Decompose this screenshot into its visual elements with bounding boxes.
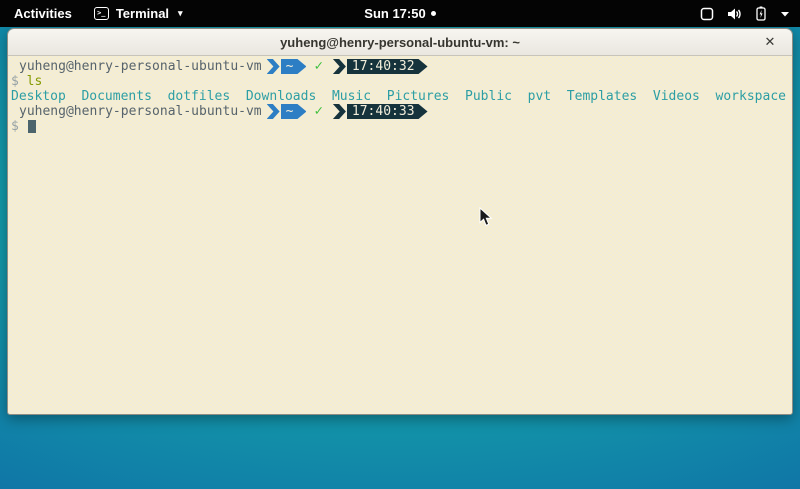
prompt-line-1: yuheng@henry-personal-ubuntu-vm ~ ✓ 17:4… [11,59,792,74]
prompt-dollar: $ [11,74,19,89]
command-text: ls [27,74,43,89]
clock-label: Sun 17:50 [364,6,425,21]
window-titlebar[interactable]: yuheng@henry-personal-ubuntu-vm: ~ ✕ [8,29,792,56]
text-cursor [28,120,36,133]
notification-dot-icon [431,11,436,16]
powerline-chevron-icon [267,59,280,74]
dir-entry: pvt [528,89,551,104]
tray-chevron-down-icon [780,11,790,17]
prompt-time: 17:40:32 [347,59,428,74]
status-check-icon: ✓ [314,104,322,119]
prompt-user: yuheng@henry-personal-ubuntu-vm [11,104,262,119]
prompt-time: 17:40:33 [347,104,428,119]
powerline-chevron-icon [333,59,346,74]
close-icon[interactable]: ✕ [761,33,779,51]
prompt-line-2: yuheng@henry-personal-ubuntu-vm ~ ✓ 17:4… [11,104,792,119]
dir-entry: Downloads [246,89,316,104]
status-check-icon: ✓ [314,59,322,74]
prompt-path: ~ [281,59,307,74]
terminal-icon: >_ [94,7,109,20]
ls-output-line: Desktop Documents dotfiles Downloads Mus… [11,89,792,104]
dir-entry: Pictures [387,89,450,104]
terminal-content[interactable]: yuheng@henry-personal-ubuntu-vm ~ ✓ 17:4… [8,56,792,414]
dir-entry: Desktop [11,89,66,104]
command-line: $ ls [11,74,792,89]
prompt-dollar: $ [11,119,19,134]
system-tray[interactable] [700,0,790,27]
app-menu-label: Terminal [116,6,169,21]
dir-entry: workspace [716,89,786,104]
window-title: yuheng@henry-personal-ubuntu-vm: ~ [280,35,520,50]
app-menu-terminal[interactable]: >_ Terminal ▾ [86,0,191,27]
powerline-time-segment: 17:40:32 [333,59,428,74]
dir-entry: Documents [81,89,151,104]
topbar-left: Activities >_ Terminal ▾ [0,0,191,27]
prompt-user: yuheng@henry-personal-ubuntu-vm [11,59,262,74]
prompt-path: ~ [281,104,307,119]
terminal-window: yuheng@henry-personal-ubuntu-vm: ~ ✕ yuh… [7,28,793,415]
clock-button[interactable]: Sun 17:50 [364,6,435,21]
chevron-down-icon: ▾ [178,8,183,19]
activities-label: Activities [14,6,72,21]
dir-entry: Music [332,89,371,104]
powerline-time-segment: 17:40:33 [333,104,428,119]
dir-entry: dotfiles [168,89,231,104]
powerline-chevron-icon [267,104,280,119]
dir-entry: Videos [653,89,700,104]
volume-icon [727,7,742,21]
dir-entry: Templates [567,89,637,104]
powerline-chevron-icon [333,104,346,119]
top-bar: Activities >_ Terminal ▾ Sun 17:50 [0,0,800,27]
dir-entry: Public [465,89,512,104]
battery-icon [755,6,767,21]
cursor-line: $ [11,119,792,134]
screen-icon [700,7,714,21]
powerline-path-segment: ~ [267,104,307,119]
powerline-path-segment: ~ [267,59,307,74]
activities-button[interactable]: Activities [0,0,86,27]
